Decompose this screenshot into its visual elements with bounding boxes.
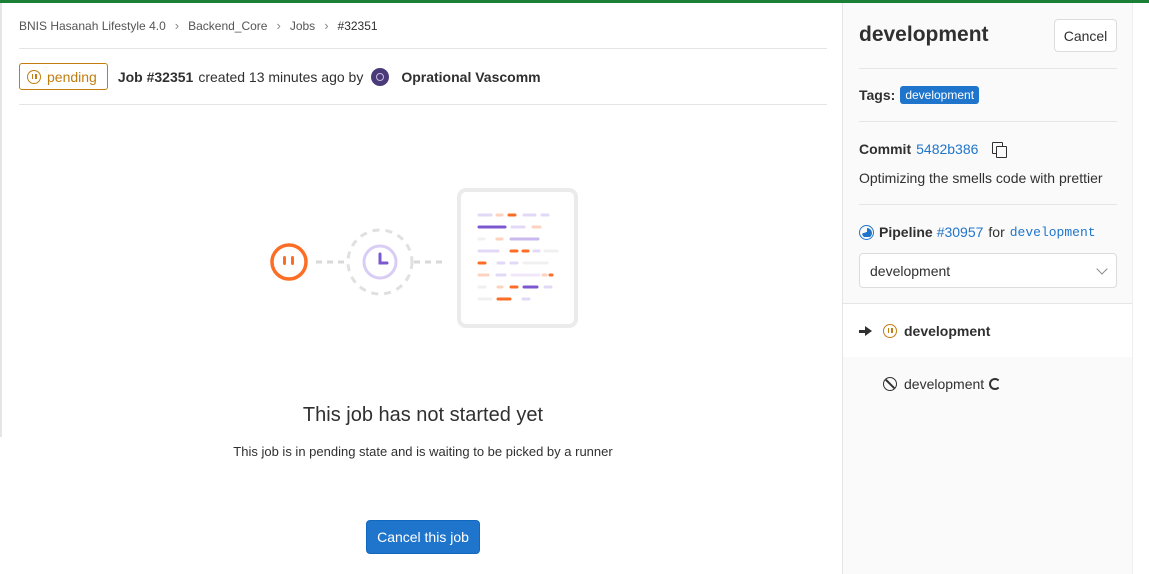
job-main: BNIS Hasanah Lifestyle 4.0 › Backend_Cor… — [19, 3, 827, 574]
left-border — [0, 3, 2, 437]
sidebar-header: development Cancel — [859, 3, 1117, 69]
pipeline-label: Pipeline — [879, 224, 933, 240]
retry-icon[interactable] — [989, 377, 1001, 390]
tags-label: Tags: — [859, 87, 896, 103]
tags-section: Tags: development — [859, 69, 1117, 122]
breadcrumb-current[interactable]: #32351 — [338, 19, 378, 33]
sidebar-title: development — [859, 23, 989, 46]
breadcrumb-jobs[interactable]: Jobs — [290, 19, 315, 33]
cancel-button[interactable]: Cancel — [1054, 19, 1117, 52]
commit-label: Commit — [859, 141, 912, 157]
pending-job-illustration — [270, 188, 578, 328]
scrollbar[interactable] — [1132, 3, 1149, 574]
stage-jobs-list: development development — [843, 303, 1133, 410]
breadcrumb-separator-icon: › — [324, 18, 329, 33]
pipeline-ref-link[interactable]: development — [1010, 225, 1096, 240]
job-meta: created 13 minutes ago by — [198, 68, 364, 85]
empty-state-description: This job is in pending state and is wait… — [233, 444, 613, 459]
pipeline-status-icon — [859, 224, 874, 240]
pending-status-icon — [883, 323, 897, 338]
breadcrumb-project[interactable]: Backend_Core — [188, 19, 267, 33]
job-title: Job #32351 — [117, 68, 194, 85]
pipeline-section: Pipeline #30957 for development developm… — [859, 205, 1117, 303]
commit-sha-link[interactable]: 5482b386 — [916, 141, 978, 157]
tag-badge: development — [900, 86, 980, 104]
job-name: development — [904, 375, 985, 392]
empty-state-title: This job has not started yet — [302, 404, 544, 426]
commit-message: Optimizing the smells code with prettier — [859, 170, 1103, 186]
stage-select[interactable]: development — [859, 253, 1117, 288]
status-badge[interactable]: pending — [19, 63, 108, 90]
list-item[interactable]: development — [843, 304, 1133, 357]
copy-icon[interactable] — [992, 142, 1008, 158]
commit-section: Commit 5482b386 Optimizing the smells co… — [859, 122, 1117, 205]
pipeline-link[interactable]: #30957 — [937, 224, 984, 240]
status-badge-label: pending — [47, 68, 97, 85]
avatar[interactable] — [371, 67, 390, 86]
arrow-right-icon — [859, 325, 872, 337]
breadcrumb: BNIS Hasanah Lifestyle 4.0 › Backend_Cor… — [19, 3, 827, 49]
author-link[interactable]: Oprational Vascomm — [401, 69, 540, 85]
job-sidebar: development Cancel Tags: development Com… — [842, 3, 1133, 574]
pause-icon — [27, 69, 41, 84]
list-item[interactable]: development — [843, 357, 1133, 410]
breadcrumb-separator-icon: › — [174, 18, 180, 33]
chevron-down-icon — [1096, 263, 1108, 275]
breadcrumb-project-group[interactable]: BNIS Hasanah Lifestyle 4.0 — [19, 19, 166, 33]
pipeline-for-label: for — [988, 224, 1005, 240]
skipped-status-icon — [883, 376, 897, 391]
job-header: pending Job #32351 created 13 minutes ag… — [19, 49, 827, 105]
breadcrumb-separator-icon: › — [276, 18, 281, 33]
cancel-job-button[interactable]: Cancel this job — [366, 520, 480, 554]
job-name: development — [904, 322, 991, 339]
stage-select-value: development — [870, 262, 951, 279]
